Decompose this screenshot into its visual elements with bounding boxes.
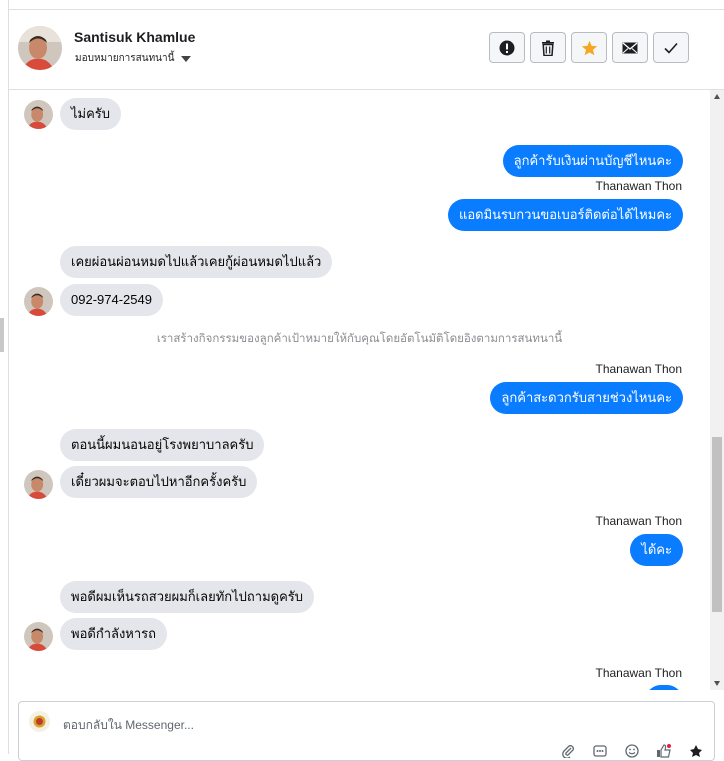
trash-icon: [542, 40, 554, 56]
contact-avatar-small: [24, 287, 53, 316]
system-note: เราสร้างกิจกรรมของลูกค้าเป้าหมายให้กับคุ…: [156, 333, 563, 345]
emoji-icon[interactable]: [623, 742, 641, 760]
outgoing-message[interactable]: ได้คะ: [630, 534, 683, 566]
incoming-message[interactable]: พอดีกำลังหารถ: [60, 618, 168, 650]
incoming-message[interactable]: ไม่ครับ: [60, 98, 122, 130]
outgoing-message[interactable]: ลูกค้ารับเงินผ่านบัญชีไหนคะ: [502, 145, 683, 177]
contact-name[interactable]: Santisuk Khamlue: [74, 29, 195, 45]
thread-scrollbar[interactable]: [710, 90, 724, 690]
scroll-down-arrow-icon[interactable]: [714, 681, 720, 686]
composer-toolbar: [559, 742, 705, 760]
incoming-message[interactable]: ตอนนี้ผมนอนอยู่โรงพยาบาลครับ: [60, 429, 265, 461]
header-actions: [489, 32, 689, 63]
incoming-message[interactable]: 092-974-2549: [60, 284, 163, 316]
sender-name: Thanawan Thon: [595, 514, 682, 528]
scroll-up-arrow-icon[interactable]: [714, 94, 720, 99]
incoming-message[interactable]: เดี๋ยวผมจะตอบไปหาอีกครั้งครับ: [60, 466, 258, 498]
caret-down-icon: [181, 55, 192, 62]
inbox-frame: Santisuk Khamlue มอบหมายการสนทนานี้ ไม่ค…: [0, 0, 724, 761]
contact-avatar[interactable]: [18, 26, 62, 70]
outgoing-message-partial[interactable]: [645, 685, 683, 690]
assign-conversation-dropdown[interactable]: มอบหมายการสนทนานี้: [75, 51, 192, 66]
message-thread[interactable]: ไม่ครับ ลูกค้ารับเงินผ่านบัญชีไหนคะ Than…: [9, 90, 710, 690]
contact-avatar-small: [24, 622, 53, 651]
star-button[interactable]: [571, 32, 607, 63]
scroll-thumb[interactable]: [712, 437, 722, 612]
thumbs-up-icon[interactable]: [655, 742, 673, 760]
page-avatar: [29, 711, 50, 732]
template-icon[interactable]: [591, 742, 609, 760]
exclamation-icon: [499, 40, 515, 55]
conversation-header: Santisuk Khamlue มอบหมายการสนทนานี้: [9, 10, 724, 90]
incoming-message[interactable]: เคยผ่อนผ่อนหมดไปแล้วเคยกู้ผ่อนหมดไปแล้ว: [60, 246, 333, 278]
sender-name: Thanawan Thon: [595, 362, 682, 376]
mark-done-button[interactable]: [653, 32, 689, 63]
paperclip-icon[interactable]: [559, 742, 577, 760]
incoming-message[interactable]: พอดีผมเห็นรถสวยผมก็เลยทักไปถามดูครับ: [60, 581, 315, 613]
reply-input[interactable]: ตอบกลับใน Messenger...: [63, 716, 194, 735]
sender-name: Thanawan Thon: [595, 666, 682, 680]
delete-button[interactable]: [530, 32, 566, 63]
contact-avatar-small: [24, 470, 53, 499]
reply-composer[interactable]: ตอบกลับใน Messenger...: [18, 701, 715, 761]
star-icon: [581, 40, 597, 55]
assign-label: มอบหมายการสนทนานี้: [75, 53, 175, 64]
outgoing-message[interactable]: แอดมินรบกวนขอเบอร์ติดต่อได้ไหมคะ: [447, 199, 683, 231]
sender-name: Thanawan Thon: [595, 179, 682, 193]
contact-avatar-small: [24, 100, 53, 129]
panel-resize-handle[interactable]: [0, 318, 4, 352]
outgoing-message[interactable]: ลูกค้าสะดวกรับสายช่วงไหนคะ: [490, 382, 683, 414]
envelope-icon: [622, 42, 638, 53]
check-icon: [664, 42, 678, 54]
mark-spam-button[interactable]: [489, 32, 525, 63]
pin-icon[interactable]: [687, 742, 705, 760]
mark-unread-button[interactable]: [612, 32, 648, 63]
